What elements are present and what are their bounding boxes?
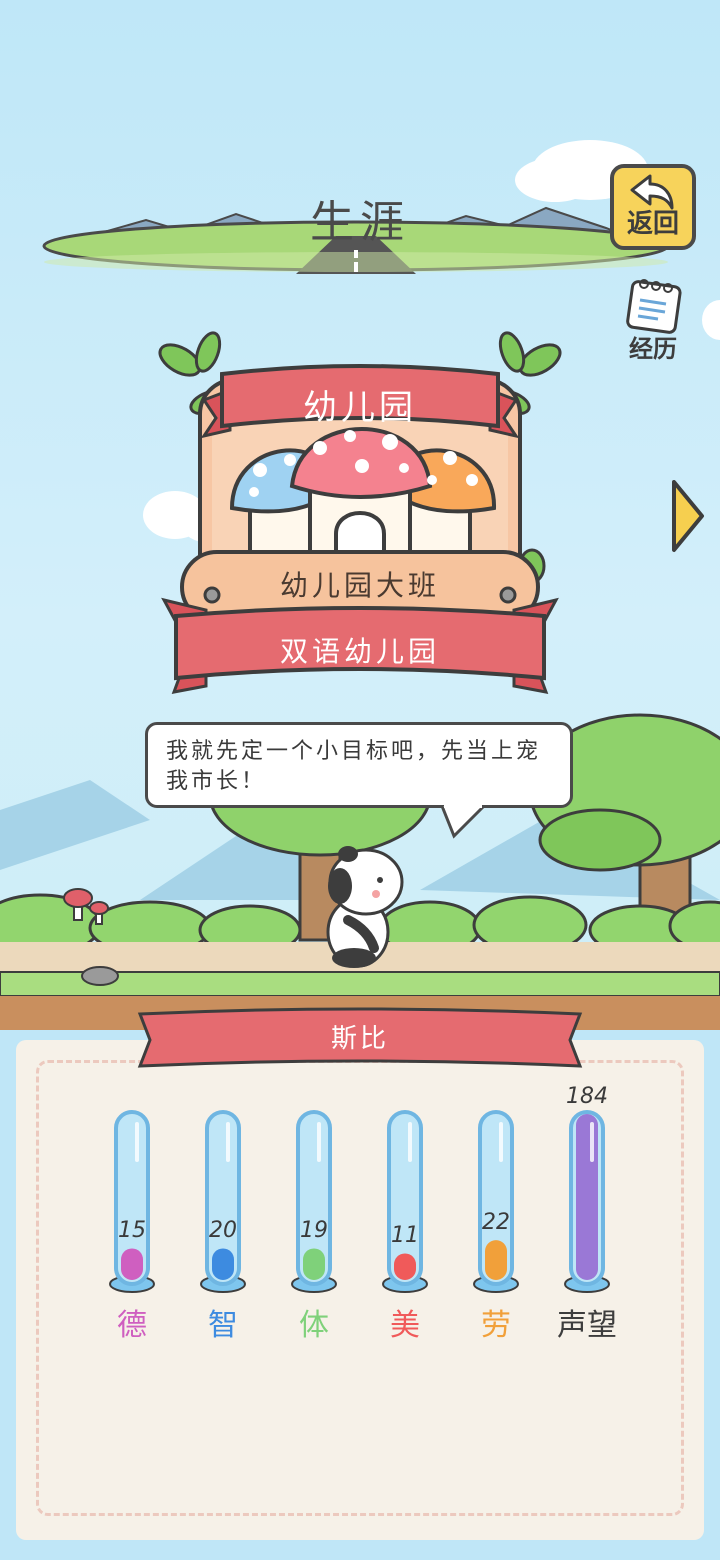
- stat-label: 德: [117, 1308, 147, 1343]
- stat-tube: [109, 1110, 155, 1293]
- stat-tube-highlight: [590, 1122, 594, 1162]
- stat-tube-highlight: [135, 1122, 139, 1162]
- stat-tube-highlight: [499, 1122, 503, 1162]
- stat-label: 体: [299, 1308, 329, 1343]
- stat-label: 智: [208, 1308, 238, 1343]
- stat-fill: [303, 1248, 325, 1280]
- stat-fill: [121, 1248, 143, 1280]
- stat-tube-highlight: [226, 1122, 230, 1162]
- stat-tube: [473, 1110, 519, 1293]
- stat-tube: [382, 1110, 428, 1293]
- stat-tube: [291, 1110, 337, 1293]
- stat-value: 20: [209, 1218, 237, 1244]
- stat-value: 11: [391, 1223, 419, 1249]
- stat-value: 184: [566, 1084, 608, 1109]
- stat-fill: [576, 1114, 598, 1280]
- stat-fill: [212, 1248, 234, 1280]
- stat-value: 22: [482, 1210, 510, 1236]
- stat-label: 美: [390, 1308, 420, 1343]
- stat-tube-highlight: [317, 1122, 321, 1162]
- stat-label: 劳: [481, 1308, 511, 1343]
- stat-tube: [564, 1110, 610, 1293]
- stat-label: 声望: [557, 1308, 617, 1343]
- stat-tube: [200, 1110, 246, 1293]
- stat-value: 19: [300, 1218, 328, 1244]
- stat-value: 15: [118, 1218, 146, 1244]
- stat-fill: [485, 1240, 507, 1280]
- stat-fill: [394, 1253, 416, 1280]
- stat-tube-highlight: [408, 1122, 412, 1162]
